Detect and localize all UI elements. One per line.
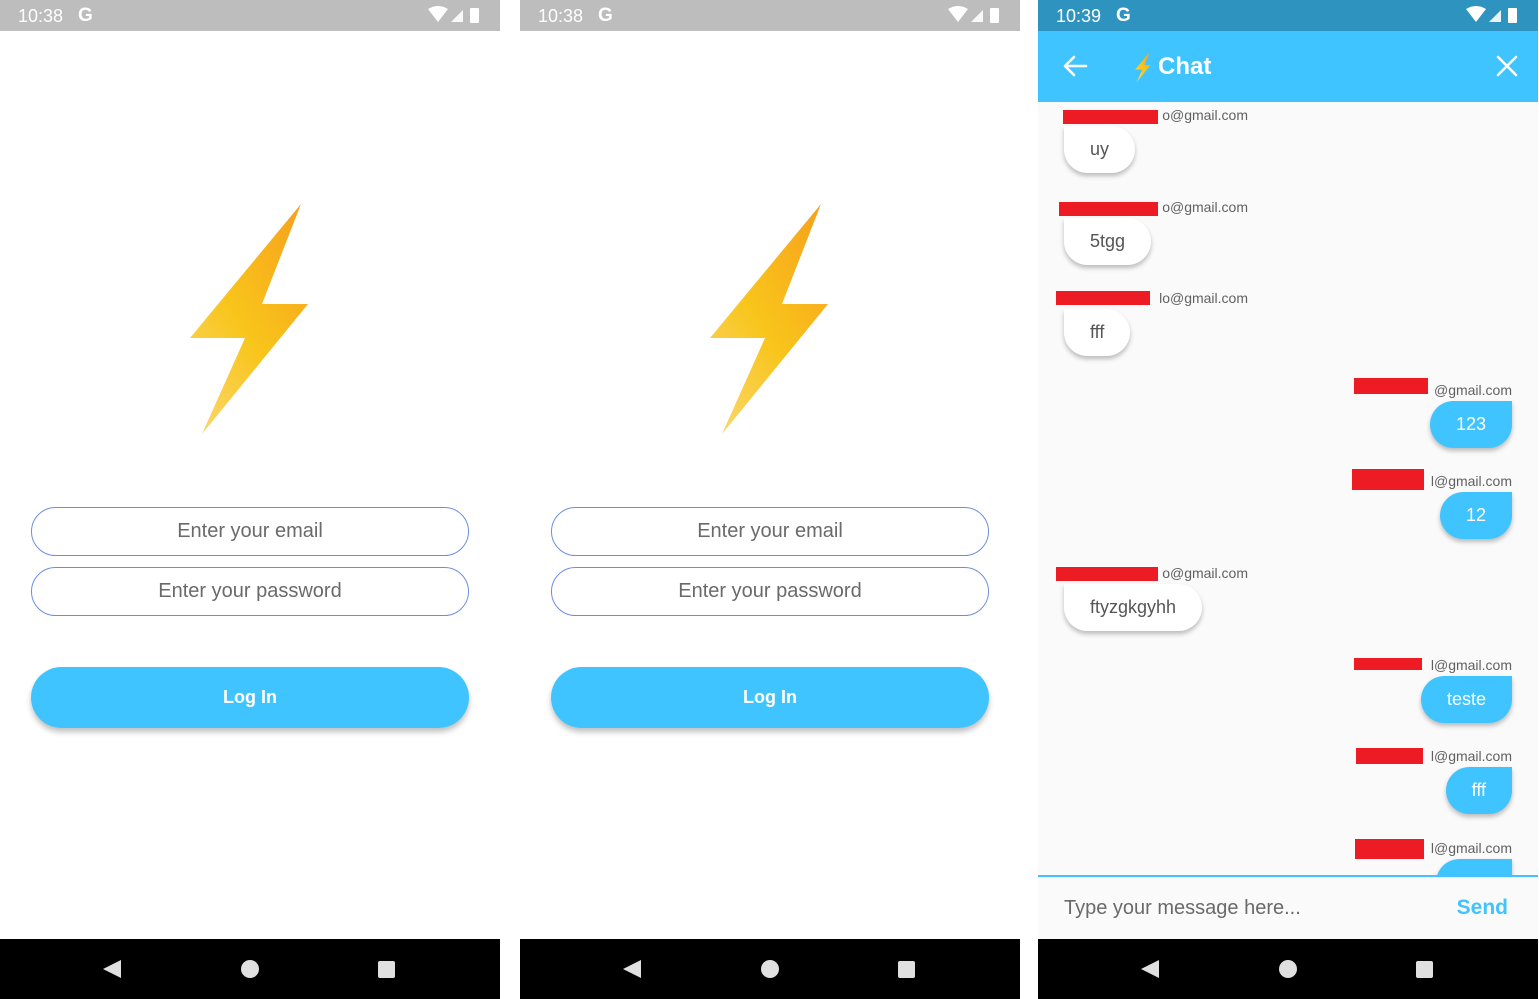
- message-sender: l@gmail.com: [1430, 840, 1512, 856]
- message-sender: l@gmail.com: [1430, 748, 1512, 764]
- battery-icon: [470, 8, 479, 23]
- login-screen-1: 10:38 G Enter your email Enter your pass…: [0, 0, 500, 999]
- password-field[interactable]: Enter your password: [31, 567, 469, 616]
- page-title-text: Chat: [1158, 53, 1212, 80]
- message-input[interactable]: Type your message here...: [1064, 897, 1301, 920]
- status-icons: [948, 6, 999, 23]
- message-list[interactable]: o@gmail.com uy o@gmail.com 5tgg lo@gmail…: [1038, 102, 1538, 875]
- circle-home-icon[interactable]: [241, 960, 259, 978]
- redaction-mark: [1356, 748, 1423, 764]
- message-bubble: 12: [1439, 492, 1512, 539]
- lightning-bolt-icon: [710, 204, 828, 434]
- email-field[interactable]: Enter your email: [551, 507, 989, 556]
- lightning-bolt-icon: [190, 204, 308, 434]
- message-sender: @gmail.com: [1433, 382, 1512, 398]
- status-bar: 10:38 G: [520, 0, 1020, 31]
- message-sender: o@gmail.com: [1162, 199, 1248, 215]
- google-icon: G: [598, 5, 613, 26]
- wifi-icon: [948, 6, 968, 22]
- message-item: o@gmail.com uy: [1038, 102, 1538, 194]
- message-bubble: ftyzgkgyhh: [1064, 584, 1203, 631]
- message-sender: o@gmail.com: [1162, 107, 1248, 123]
- email-field[interactable]: Enter your email: [31, 507, 469, 556]
- triangle-back-icon[interactable]: [622, 959, 642, 979]
- navigation-bar: [1038, 939, 1538, 999]
- status-time: 10:38: [538, 6, 584, 26]
- redaction-mark: [1063, 110, 1158, 124]
- message-sender: l@gmail.com: [1430, 473, 1512, 489]
- redaction-mark: [1354, 378, 1428, 394]
- redaction-mark: [1355, 839, 1424, 859]
- message-item: lo@gmail.com fff: [1038, 285, 1538, 377]
- message-item: o@gmail.com 5tgg: [1038, 194, 1538, 286]
- message-item: @gmail.com 123: [1038, 377, 1538, 469]
- message-bubble: [1436, 859, 1512, 875]
- message-composer: Type your message here... Send: [1038, 875, 1538, 939]
- message-sender: o@gmail.com: [1162, 565, 1248, 581]
- message-item: o@gmail.com ftyzgkgyhh: [1038, 560, 1538, 652]
- redaction-mark: [1352, 469, 1424, 490]
- google-icon: G: [78, 5, 93, 26]
- send-button[interactable]: Send: [1457, 896, 1508, 920]
- login-button[interactable]: Log In: [551, 667, 989, 728]
- message-bubble: fff: [1445, 767, 1512, 814]
- square-recents-icon[interactable]: [1416, 961, 1433, 978]
- wifi-icon: [1466, 6, 1486, 22]
- triangle-back-icon[interactable]: [102, 959, 122, 979]
- status-bar: 10:39 G: [1038, 0, 1538, 31]
- message-bubble: teste: [1420, 676, 1512, 723]
- signal-icon: [971, 10, 983, 22]
- battery-icon: [1508, 8, 1517, 23]
- signal-icon: [451, 10, 463, 22]
- redaction-mark: [1056, 291, 1150, 305]
- message-item: l@gmail.com fff: [1038, 743, 1538, 835]
- status-time: 10:38: [18, 6, 64, 26]
- signal-icon: [1489, 10, 1501, 22]
- battery-icon: [990, 8, 999, 23]
- navigation-bar: [520, 939, 1020, 999]
- message-bubble: 123: [1429, 401, 1512, 448]
- wifi-icon: [428, 6, 448, 22]
- message-bubble: 5tgg: [1064, 218, 1152, 265]
- lightning-bolt-icon: [1135, 52, 1151, 82]
- login-screen-2: 10:38 G Enter your email Enter your pass…: [520, 0, 1020, 999]
- message-bubble: fff: [1064, 309, 1131, 356]
- redaction-mark: [1056, 567, 1158, 581]
- google-icon: G: [1116, 5, 1131, 26]
- message-item: l@gmail.com 12: [1038, 468, 1538, 560]
- circle-home-icon[interactable]: [761, 960, 779, 978]
- status-bar: 10:38 G: [0, 0, 500, 31]
- app-bar: Chat: [1038, 31, 1538, 102]
- circle-home-icon[interactable]: [1279, 960, 1297, 978]
- status-icons: [1466, 6, 1517, 23]
- square-recents-icon[interactable]: [898, 961, 915, 978]
- square-recents-icon[interactable]: [378, 961, 395, 978]
- status-icons: [428, 6, 479, 23]
- close-icon[interactable]: [1496, 55, 1518, 77]
- page-title: Chat: [1132, 49, 1211, 85]
- status-time: 10:39: [1056, 6, 1102, 26]
- message-sender: lo@gmail.com: [1159, 290, 1248, 306]
- triangle-back-icon[interactable]: [1140, 959, 1160, 979]
- message-item: l@gmail.com teste: [1038, 652, 1538, 744]
- login-button[interactable]: Log In: [31, 667, 469, 728]
- chat-screen: 10:39 G Chat o@gmail.com uy o@gmail.com …: [1038, 0, 1538, 999]
- arrow-left-icon[interactable]: [1062, 53, 1088, 79]
- message-sender: l@gmail.com: [1430, 657, 1512, 673]
- password-field[interactable]: Enter your password: [551, 567, 989, 616]
- redaction-mark: [1059, 202, 1158, 216]
- redaction-mark: [1354, 658, 1422, 670]
- message-bubble: uy: [1064, 126, 1136, 173]
- message-item: l@gmail.com: [1038, 835, 1538, 875]
- navigation-bar: [0, 939, 500, 999]
